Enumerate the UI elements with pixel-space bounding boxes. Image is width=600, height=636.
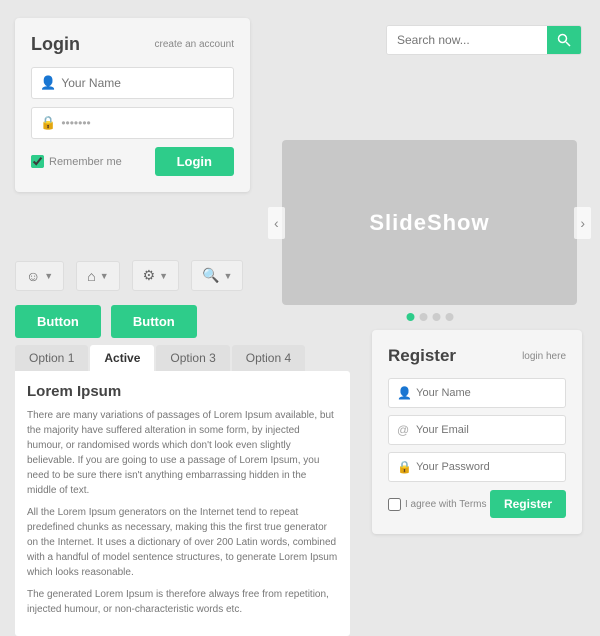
toolbar-home[interactable]: ⌂ ▼ [76, 261, 119, 291]
lock-icon: 🔒 [40, 115, 54, 131]
slideshow-dots [406, 313, 453, 321]
tab-option1[interactable]: Option 1 [15, 345, 88, 371]
register-title: Register [388, 346, 456, 366]
slideshow-label: SlideShow [369, 210, 489, 236]
login-card: Login create an account 👤 🔒 Remember me … [15, 18, 250, 192]
tab-active[interactable]: Active [90, 345, 154, 371]
user-toolbar-icon: ☺ [26, 268, 40, 284]
dot-4 [445, 313, 453, 321]
home-toolbar-icon: ⌂ [87, 268, 95, 284]
search-icon [557, 33, 571, 47]
register-name-field: 👤 [388, 378, 566, 408]
settings-dropdown-arrow: ▼ [159, 271, 168, 281]
tabs-row: Option 1 Active Option 3 Option 4 [15, 345, 350, 371]
agree-label[interactable]: I agree with Terms [388, 498, 487, 511]
remember-checkbox[interactable] [31, 155, 44, 168]
register-bottom: I agree with Terms Register [388, 490, 566, 518]
search-toolbar-icon: 🔍 [202, 267, 219, 284]
toolbar-search[interactable]: 🔍 ▼ [191, 260, 243, 291]
register-card: Register login here 👤 @ 🔒 I agree with T… [372, 330, 582, 534]
tabs-section: Option 1 Active Option 3 Option 4 Lorem … [15, 345, 350, 636]
button-1[interactable]: Button [15, 305, 101, 338]
reg-email-icon: @ [397, 423, 410, 437]
search-button[interactable] [547, 26, 581, 54]
slideshow-wrapper: SlideShow ‹ › [285, 70, 595, 255]
tab-option3[interactable]: Option 3 [156, 345, 229, 371]
login-password-field: 🔒 [31, 107, 234, 139]
remember-label[interactable]: Remember me [31, 155, 122, 168]
login-name-input[interactable] [61, 76, 225, 90]
dot-1 [406, 313, 414, 321]
user-icon: 👤 [40, 75, 54, 91]
search-input[interactable] [387, 26, 547, 54]
tab-content-p3: The generated Lorem Ipsum is therefore a… [27, 587, 338, 617]
slide-next-button[interactable]: › [574, 207, 591, 239]
toolbar: ☺ ▼ ⌂ ▼ ⚙ ▼ 🔍 ▼ [15, 260, 243, 291]
login-button[interactable]: Login [155, 147, 234, 176]
gear-toolbar-icon: ⚙ [143, 267, 156, 284]
toolbar-settings[interactable]: ⚙ ▼ [132, 260, 179, 291]
register-email-input[interactable] [416, 424, 557, 436]
create-account-link[interactable]: create an account [155, 39, 235, 50]
tab-content: Lorem Ipsum There are many variations of… [15, 371, 350, 636]
login-here-link[interactable]: login here [522, 351, 566, 362]
register-password-field: 🔒 [388, 452, 566, 482]
register-header: Register login here [388, 346, 566, 366]
tab-content-p2: All the Lorem Ipsum generators on the In… [27, 505, 338, 580]
register-email-field: @ [388, 415, 566, 445]
login-name-field: 👤 [31, 67, 234, 99]
home-dropdown-arrow: ▼ [100, 271, 109, 281]
register-name-input[interactable] [416, 387, 557, 399]
register-password-input[interactable] [416, 461, 557, 473]
tab-content-title: Lorem Ipsum [27, 383, 338, 400]
buttons-row: Button Button [15, 305, 197, 338]
login-title: Login [31, 34, 80, 55]
button-2[interactable]: Button [111, 305, 197, 338]
remember-row: Remember me Login [31, 147, 234, 176]
search-bar [386, 25, 582, 55]
tab-content-p1: There are many variations of passages of… [27, 408, 338, 498]
slideshow: SlideShow ‹ › [282, 140, 577, 305]
dot-2 [419, 313, 427, 321]
tab-option4[interactable]: Option 4 [232, 345, 305, 371]
dot-3 [432, 313, 440, 321]
login-header: Login create an account [31, 34, 234, 55]
reg-user-icon: 👤 [397, 386, 410, 400]
login-password-input[interactable] [61, 116, 225, 130]
toolbar-user[interactable]: ☺ ▼ [15, 261, 64, 291]
user-dropdown-arrow: ▼ [44, 271, 53, 281]
slide-prev-button[interactable]: ‹ [268, 207, 285, 239]
register-button[interactable]: Register [490, 490, 566, 518]
agree-checkbox[interactable] [388, 498, 401, 511]
reg-lock-icon: 🔒 [397, 460, 410, 474]
search-dropdown-arrow: ▼ [224, 271, 233, 281]
